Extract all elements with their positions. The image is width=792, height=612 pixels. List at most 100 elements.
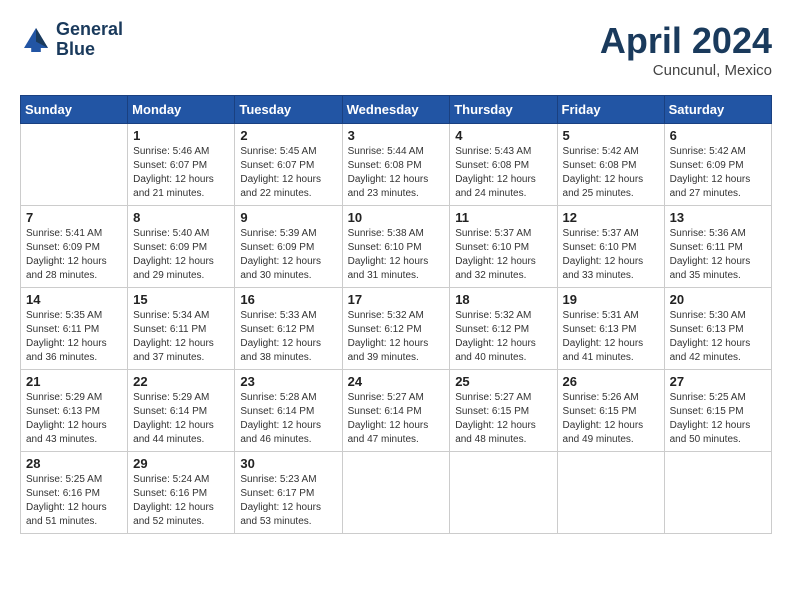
day-info: Sunrise: 5:39 AM Sunset: 6:09 PM Dayligh… xyxy=(240,227,336,283)
day-number: 12 xyxy=(563,210,659,225)
day-info: Sunrise: 5:45 AM Sunset: 6:07 PM Dayligh… xyxy=(240,145,336,201)
day-number: 27 xyxy=(670,374,766,389)
day-cell-12: 12 Sunrise: 5:37 AM Sunset: 6:10 PM Dayli… xyxy=(557,206,664,288)
day-number: 16 xyxy=(240,292,336,307)
day-cell-26: 26Sunrise: 5:26 AM Sunset: 6:15 PM Dayli… xyxy=(557,370,664,452)
day-info: Sunrise: 5:35 AM Sunset: 6:11 PM Dayligh… xyxy=(26,309,122,365)
day-number: 13 xyxy=(670,210,766,225)
day-number: 1 xyxy=(133,128,229,143)
day-info: Sunrise: 5:23 AM Sunset: 6:17 PM Dayligh… xyxy=(240,473,336,529)
day-cell-23: 23 Sunrise: 5:28 AM Sunset: 6:14 PM Dayli… xyxy=(235,370,342,452)
day-header-thursday: Thursday xyxy=(450,96,557,124)
day-cell-22: 22 Sunrise: 5:29 AM Sunset: 6:14 PM Dayli… xyxy=(128,370,235,452)
day-info: Sunrise: 5:25 AM Sunset: 6:15 PM Dayligh… xyxy=(670,391,766,447)
week-row-4: 21 Sunrise: 5:29 AM Sunset: 6:13 PM Dayli… xyxy=(21,370,772,452)
day-number: 24 xyxy=(348,374,445,389)
day-info: Sunrise: 5:32 AM Sunset: 6:12 PM Dayligh… xyxy=(348,309,445,365)
day-info: Sunrise: 5:31 AM Sunset: 6:13 PM Dayligh… xyxy=(563,309,659,365)
week-row-3: 14 Sunrise: 5:35 AM Sunset: 6:11 PM Dayli… xyxy=(21,288,772,370)
day-cell-28: 28 Sunrise: 5:25 AM Sunset: 6:16 PM Dayli… xyxy=(21,452,128,534)
month-title: April 2024 xyxy=(600,20,772,62)
day-number: 10 xyxy=(348,210,445,225)
day-info: Sunrise: 5:25 AM Sunset: 6:16 PM Dayligh… xyxy=(26,473,122,529)
week-row-1: 1 Sunrise: 5:46 AM Sunset: 6:07 PM Daylig… xyxy=(21,124,772,206)
day-info: Sunrise: 5:44 AM Sunset: 6:08 PM Dayligh… xyxy=(348,145,445,201)
day-cell-19: 19 Sunrise: 5:31 AM Sunset: 6:13 PM Dayli… xyxy=(557,288,664,370)
day-cell-29: 29 Sunrise: 5:24 AM Sunset: 6:16 PM Dayli… xyxy=(128,452,235,534)
day-number: 22 xyxy=(133,374,229,389)
day-info: Sunrise: 5:41 AM Sunset: 6:09 PM Dayligh… xyxy=(26,227,122,283)
day-cell-24: 24 Sunrise: 5:27 AM Sunset: 6:14 PM Dayli… xyxy=(342,370,450,452)
empty-cell xyxy=(664,452,771,534)
day-cell-9: 9 Sunrise: 5:39 AM Sunset: 6:09 PM Daylig… xyxy=(235,206,342,288)
day-cell-14: 14 Sunrise: 5:35 AM Sunset: 6:11 PM Dayli… xyxy=(21,288,128,370)
day-cell-10: 10Sunrise: 5:38 AM Sunset: 6:10 PM Dayli… xyxy=(342,206,450,288)
day-cell-17: 17Sunrise: 5:32 AM Sunset: 6:12 PM Dayli… xyxy=(342,288,450,370)
day-number: 9 xyxy=(240,210,336,225)
day-info: Sunrise: 5:29 AM Sunset: 6:14 PM Dayligh… xyxy=(133,391,229,447)
day-cell-21: 21 Sunrise: 5:29 AM Sunset: 6:13 PM Dayli… xyxy=(21,370,128,452)
title-area: April 2024 Cuncunul, Mexico xyxy=(600,20,772,79)
day-info: Sunrise: 5:29 AM Sunset: 6:13 PM Dayligh… xyxy=(26,391,122,447)
week-row-2: 7Sunrise: 5:41 AM Sunset: 6:09 PM Daylig… xyxy=(21,206,772,288)
day-number: 29 xyxy=(133,456,229,471)
day-info: Sunrise: 5:37 AM Sunset: 6:10 PM Dayligh… xyxy=(563,227,659,283)
empty-cell xyxy=(21,124,128,206)
day-number: 3 xyxy=(348,128,445,143)
logo-text: General Blue xyxy=(56,20,123,60)
day-cell-8: 8Sunrise: 5:40 AM Sunset: 6:09 PM Daylig… xyxy=(128,206,235,288)
day-cell-7: 7Sunrise: 5:41 AM Sunset: 6:09 PM Daylig… xyxy=(21,206,128,288)
day-number: 4 xyxy=(455,128,551,143)
day-number: 11 xyxy=(455,210,551,225)
day-cell-30: 30 Sunrise: 5:23 AM Sunset: 6:17 PM Dayli… xyxy=(235,452,342,534)
day-info: Sunrise: 5:28 AM Sunset: 6:14 PM Dayligh… xyxy=(240,391,336,447)
day-cell-15: 15Sunrise: 5:34 AM Sunset: 6:11 PM Dayli… xyxy=(128,288,235,370)
day-number: 28 xyxy=(26,456,122,471)
day-header-sunday: Sunday xyxy=(21,96,128,124)
page-header: General Blue April 2024 Cuncunul, Mexico xyxy=(20,20,772,79)
day-number: 18 xyxy=(455,292,551,307)
empty-cell xyxy=(557,452,664,534)
day-number: 19 xyxy=(563,292,659,307)
day-info: Sunrise: 5:37 AM Sunset: 6:10 PM Dayligh… xyxy=(455,227,551,283)
day-cell-1: 1 Sunrise: 5:46 AM Sunset: 6:07 PM Daylig… xyxy=(128,124,235,206)
day-number: 5 xyxy=(563,128,659,143)
day-cell-3: 3 Sunrise: 5:44 AM Sunset: 6:08 PM Daylig… xyxy=(342,124,450,206)
day-number: 14 xyxy=(26,292,122,307)
week-row-5: 28 Sunrise: 5:25 AM Sunset: 6:16 PM Dayli… xyxy=(21,452,772,534)
day-number: 2 xyxy=(240,128,336,143)
day-info: Sunrise: 5:32 AM Sunset: 6:12 PM Dayligh… xyxy=(455,309,551,365)
day-number: 21 xyxy=(26,374,122,389)
day-header-monday: Monday xyxy=(128,96,235,124)
empty-cell xyxy=(450,452,557,534)
day-info: Sunrise: 5:34 AM Sunset: 6:11 PM Dayligh… xyxy=(133,309,229,365)
day-cell-18: 18 Sunrise: 5:32 AM Sunset: 6:12 PM Dayli… xyxy=(450,288,557,370)
day-number: 25 xyxy=(455,374,551,389)
day-info: Sunrise: 5:42 AM Sunset: 6:09 PM Dayligh… xyxy=(670,145,766,201)
subtitle: Cuncunul, Mexico xyxy=(600,62,772,79)
day-info: Sunrise: 5:46 AM Sunset: 6:07 PM Dayligh… xyxy=(133,145,229,201)
day-info: Sunrise: 5:33 AM Sunset: 6:12 PM Dayligh… xyxy=(240,309,336,365)
day-info: Sunrise: 5:27 AM Sunset: 6:14 PM Dayligh… xyxy=(348,391,445,447)
logo: General Blue xyxy=(20,20,123,60)
day-cell-4: 4Sunrise: 5:43 AM Sunset: 6:08 PM Daylig… xyxy=(450,124,557,206)
logo-icon xyxy=(20,24,52,56)
day-cell-20: 20 Sunrise: 5:30 AM Sunset: 6:13 PM Dayli… xyxy=(664,288,771,370)
day-info: Sunrise: 5:30 AM Sunset: 6:13 PM Dayligh… xyxy=(670,309,766,365)
day-header-saturday: Saturday xyxy=(664,96,771,124)
day-cell-2: 2 Sunrise: 5:45 AM Sunset: 6:07 PM Daylig… xyxy=(235,124,342,206)
day-number: 8 xyxy=(133,210,229,225)
empty-cell xyxy=(342,452,450,534)
day-cell-11: 11 Sunrise: 5:37 AM Sunset: 6:10 PM Dayli… xyxy=(450,206,557,288)
day-number: 23 xyxy=(240,374,336,389)
day-info: Sunrise: 5:26 AM Sunset: 6:15 PM Dayligh… xyxy=(563,391,659,447)
day-header-wednesday: Wednesday xyxy=(342,96,450,124)
day-number: 20 xyxy=(670,292,766,307)
day-cell-6: 6Sunrise: 5:42 AM Sunset: 6:09 PM Daylig… xyxy=(664,124,771,206)
day-cell-27: 27 Sunrise: 5:25 AM Sunset: 6:15 PM Dayli… xyxy=(664,370,771,452)
day-cell-5: 5Sunrise: 5:42 AM Sunset: 6:08 PM Daylig… xyxy=(557,124,664,206)
day-number: 30 xyxy=(240,456,336,471)
day-cell-16: 16 Sunrise: 5:33 AM Sunset: 6:12 PM Dayli… xyxy=(235,288,342,370)
day-info: Sunrise: 5:24 AM Sunset: 6:16 PM Dayligh… xyxy=(133,473,229,529)
calendar: SundayMondayTuesdayWednesdayThursdayFrid… xyxy=(20,95,772,534)
